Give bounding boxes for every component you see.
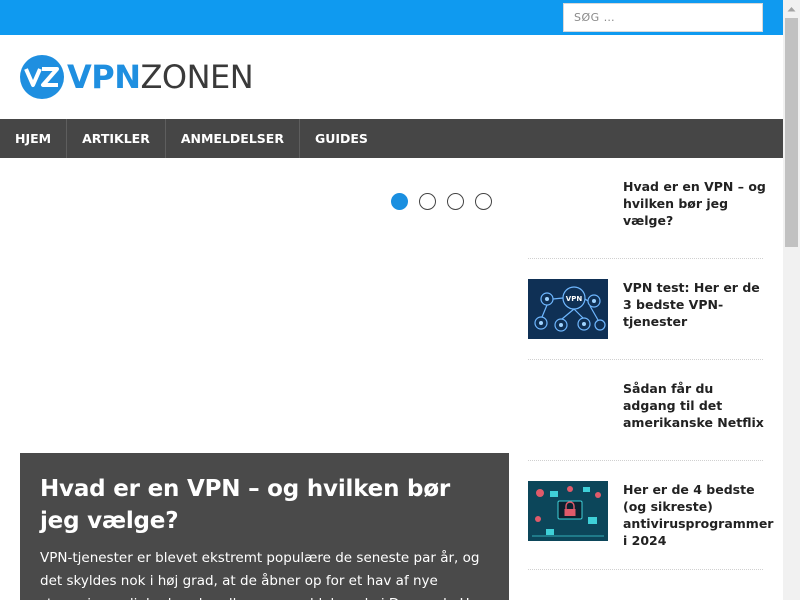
sidebar-post-thumbnail[interactable]: VPN [528,279,608,339]
sidebar-divider [528,258,763,259]
top-bar [0,0,783,35]
featured-post-excerpt: VPN-tjenester er blevet ekstremt populær… [40,550,484,600]
slider-dot-4[interactable] [475,193,492,210]
nav-item-hjem[interactable]: HJEM [0,119,68,158]
search-input[interactable] [564,4,762,31]
featured-post-title[interactable]: Hvad er en VPN – og hvilken bør jeg vælg… [40,473,489,537]
sidebar-divider [528,569,763,570]
page: VPNZONEN HJEM ARTIKLER ANMELDELSER GUIDE… [0,0,800,600]
svg-text:VPN: VPN [566,295,583,303]
vpn-network-image-icon: VPN [528,279,608,339]
sidebar-post-title[interactable]: Sådan får du adgang til det amerikanske … [623,380,768,431]
featured-post-box: Hvad er en VPN – og hvilken bør jeg vælg… [20,453,509,600]
sidebar-divider [528,460,763,461]
main-nav: HJEM ARTIKLER ANMELDELSER GUIDES [0,119,783,158]
scrollbar-thumb[interactable] [785,18,798,247]
sidebar-post-thumbnail[interactable] [528,481,608,541]
scroll-up-arrow-icon[interactable] [783,0,800,17]
nav-item-anmeldelser[interactable]: ANMELDELSER [166,119,300,158]
sidebar-post-title[interactable]: VPN test: Her er de 3 bedste VPN-tjenest… [623,279,768,330]
logo-mark-icon [20,55,64,99]
cybersecurity-image-icon [528,481,608,541]
logo-text-zonen: ZONEN [140,58,254,96]
slider-dot-2[interactable] [419,193,436,210]
sidebar-divider [528,359,763,360]
slider-dot-3[interactable] [447,193,464,210]
vertical-scrollbar[interactable] [783,0,800,600]
search-box[interactable] [563,3,763,32]
sidebar-post-title[interactable]: Hvad er en VPN – og hvilken bør jeg vælg… [623,178,768,229]
logo-text: VPNZONEN [67,54,254,100]
site-logo[interactable]: VPNZONEN [19,54,254,100]
nav-item-artikler[interactable]: ARTIKLER [67,119,166,158]
sidebar-post-title[interactable]: Her er de 4 bedste (og sikreste) antivir… [623,481,773,549]
nav-item-guides[interactable]: GUIDES [300,119,383,158]
slider-dot-1[interactable] [391,193,408,210]
site-header: VPNZONEN [0,35,783,119]
slider-dots [391,193,492,210]
logo-text-vpn: VPN [67,58,141,96]
